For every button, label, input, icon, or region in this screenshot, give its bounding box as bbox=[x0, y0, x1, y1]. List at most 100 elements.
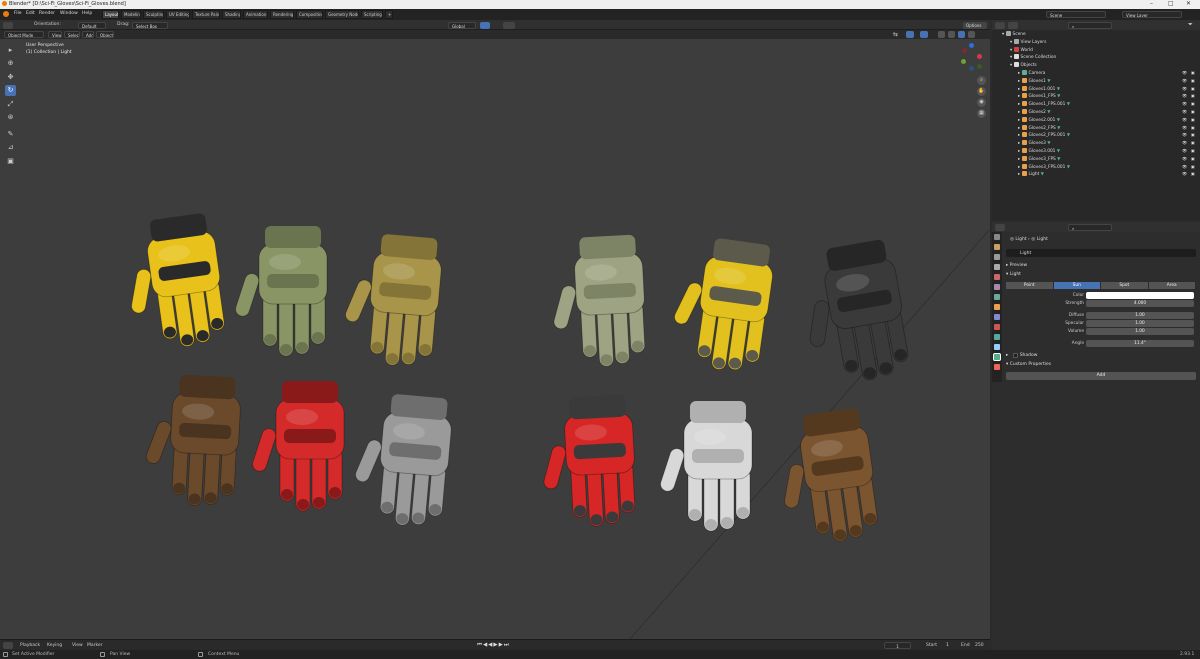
render-camera-icon[interactable]: ▣ bbox=[1191, 86, 1195, 91]
shading-material-icon[interactable] bbox=[958, 31, 965, 38]
field-value-color[interactable] bbox=[1086, 292, 1194, 299]
visibility-eye-icon[interactable]: 👁 bbox=[1182, 156, 1187, 161]
gizmo-neg-y-icon[interactable] bbox=[977, 64, 982, 69]
glove-grey[interactable] bbox=[350, 391, 454, 529]
move-tool-icon[interactable]: ✥ bbox=[5, 72, 16, 83]
menu-edit[interactable]: Edit bbox=[26, 11, 35, 16]
outliner-row[interactable]: ▾ Objects bbox=[992, 62, 1200, 70]
tab-collection-icon[interactable] bbox=[994, 294, 1000, 300]
workspace-tab-shading[interactable]: Shading bbox=[222, 10, 241, 19]
orientation-dropdown[interactable]: Default bbox=[78, 21, 106, 29]
menu-playback[interactable]: Playback bbox=[20, 643, 40, 648]
timeline-editor-icon[interactable] bbox=[3, 642, 13, 649]
playback-controls[interactable]: ⏮◀◀▶▶⏭ bbox=[477, 642, 510, 649]
overlay-toggle-icon[interactable] bbox=[920, 31, 928, 38]
editor-type-icon[interactable] bbox=[3, 21, 13, 29]
minimize-icon[interactable]: – bbox=[1150, 0, 1153, 7]
glove-olive-fps[interactable] bbox=[548, 234, 648, 369]
3d-viewport[interactable]: ▸ ⊕ ✥ ↻ ⤢ ⊛ ✎ ⊿ ▣ User Perspective (1) C… bbox=[0, 39, 990, 639]
menu-view[interactable]: View bbox=[48, 31, 62, 38]
menu-marker[interactable]: Marker bbox=[87, 643, 103, 648]
xray-icon[interactable] bbox=[938, 31, 945, 38]
render-camera-icon[interactable]: ▣ bbox=[1191, 125, 1195, 130]
datablock-name[interactable]: Light bbox=[1020, 251, 1031, 256]
filter-icon[interactable]: ⏷ bbox=[1188, 21, 1193, 29]
glove-yellow-black-tactical[interactable] bbox=[118, 212, 228, 354]
view-object-types-icon[interactable]: ⇆ bbox=[893, 31, 898, 38]
tab-tool-icon[interactable] bbox=[994, 234, 1000, 240]
outliner-row[interactable]: ▸ Gloves3_FPS.001 ▼ 👁 ▣ bbox=[992, 163, 1200, 172]
annotate-tool-icon[interactable]: ✎ bbox=[5, 129, 16, 140]
visibility-eye-icon[interactable]: 👁 bbox=[1182, 132, 1187, 137]
tab-particles-icon[interactable] bbox=[994, 324, 1000, 330]
workspace-tab-modeling[interactable]: Modeling bbox=[121, 10, 141, 19]
menu-object[interactable]: Object bbox=[96, 31, 114, 38]
render-camera-icon[interactable]: ▣ bbox=[1191, 78, 1195, 83]
field-value-angle[interactable]: 11.4° bbox=[1086, 340, 1194, 347]
glove-yellow-fps[interactable] bbox=[666, 233, 776, 375]
visibility-eye-icon[interactable]: 👁 bbox=[1182, 86, 1187, 91]
custom-properties-header[interactable]: ▾ Custom Properties bbox=[1006, 362, 1051, 367]
field-value-strength[interactable]: 4.000 bbox=[1086, 300, 1194, 307]
menu-keying[interactable]: Keying bbox=[47, 643, 62, 648]
visibility-eye-icon[interactable]: 👁 bbox=[1182, 109, 1187, 114]
menu-file[interactable]: File bbox=[14, 11, 22, 16]
outliner-row[interactable]: ▸ Gloves2 ▼ 👁 ▣ bbox=[992, 109, 1200, 117]
glove-red-fps[interactable] bbox=[538, 394, 638, 529]
outliner-row[interactable]: ▸ Gloves1_FPS ▼ 👁 ▣ bbox=[992, 93, 1200, 101]
current-frame-field[interactable]: 1 bbox=[884, 642, 911, 649]
visibility-eye-icon[interactable]: 👁 bbox=[1182, 148, 1187, 153]
outliner-row[interactable]: ▾ View Layers bbox=[992, 38, 1200, 47]
shading-rendered-icon[interactable] bbox=[968, 31, 975, 38]
render-camera-icon[interactable]: ▣ bbox=[1191, 70, 1195, 75]
glove-olive-green[interactable] bbox=[234, 226, 328, 357]
glove-brown-leather[interactable] bbox=[142, 373, 242, 508]
navigation-gizmo[interactable] bbox=[955, 42, 987, 74]
outliner-row[interactable]: ▸ Gloves1_FPS.001 ▼ 👁 ▣ bbox=[992, 101, 1200, 109]
outliner-row[interactable]: ▾ Scene Collection bbox=[992, 54, 1200, 62]
tab-scene-icon[interactable] bbox=[994, 274, 1000, 280]
options-button[interactable]: Options bbox=[963, 21, 987, 29]
snap-icon[interactable] bbox=[480, 21, 490, 29]
add-cube-tool-icon[interactable]: ▣ bbox=[5, 156, 16, 167]
glove-red-tactical[interactable] bbox=[251, 381, 345, 512]
glove-khaki[interactable] bbox=[340, 231, 444, 369]
tab-world-icon[interactable] bbox=[994, 284, 1000, 290]
light-type-sun[interactable]: Sun bbox=[1053, 282, 1100, 289]
menu-view-timeline[interactable]: View bbox=[72, 643, 83, 648]
gizmo-toggle-icon[interactable] bbox=[906, 31, 914, 38]
visibility-eye-icon[interactable]: 👁 bbox=[1182, 70, 1187, 75]
maximize-icon[interactable]: □ bbox=[1168, 0, 1174, 7]
tab-output-icon[interactable] bbox=[994, 254, 1000, 260]
glove-black-fps[interactable] bbox=[793, 238, 913, 389]
scale-tool-icon[interactable]: ⤢ bbox=[5, 99, 16, 110]
render-camera-icon[interactable]: ▣ bbox=[1191, 109, 1195, 114]
ortho-toggle-icon[interactable]: ▦ bbox=[977, 109, 986, 118]
close-icon[interactable]: ✕ bbox=[1186, 0, 1191, 7]
tab-render-icon[interactable] bbox=[994, 244, 1000, 250]
transform-pivot-dropdown[interactable]: Global bbox=[448, 21, 476, 29]
measure-tool-icon[interactable]: ⊿ bbox=[5, 142, 16, 153]
display-mode-icon[interactable] bbox=[1008, 21, 1018, 29]
view-layer-selector[interactable]: View Layer bbox=[1122, 11, 1182, 18]
outliner-tree[interactable]: ▾ Scene ▾ View Layers ▾ World ▾ Scene Colle… bbox=[992, 30, 1200, 220]
visibility-eye-icon[interactable]: 👁 bbox=[1182, 117, 1187, 122]
datablock-selector[interactable]: Light bbox=[1006, 249, 1196, 257]
visibility-eye-icon[interactable]: 👁 bbox=[1182, 171, 1187, 176]
light-type-area[interactable]: Area bbox=[1148, 282, 1195, 289]
field-value-specular[interactable]: 1.00 bbox=[1086, 320, 1194, 327]
workspace-tab-scripting[interactable]: Scripting bbox=[361, 10, 383, 19]
outliner-row[interactable]: ▸ Gloves2.001 ▼ 👁 ▣ bbox=[992, 116, 1200, 125]
scene-selector[interactable]: Scene bbox=[1046, 11, 1106, 18]
outliner-row[interactable]: ▾ World bbox=[992, 46, 1200, 55]
gizmo-z-icon[interactable] bbox=[969, 43, 974, 48]
render-camera-icon[interactable]: ▣ bbox=[1191, 171, 1195, 176]
outliner-row[interactable]: ▸ Gloves1.001 ▼ 👁 ▣ bbox=[992, 85, 1200, 94]
render-camera-icon[interactable]: ▣ bbox=[1191, 93, 1195, 98]
outliner-search-input[interactable]: ⌕ bbox=[1068, 21, 1112, 29]
pan-hand-icon[interactable]: ✋ bbox=[977, 87, 986, 96]
light-type-spot[interactable]: Spot bbox=[1101, 282, 1148, 289]
gizmo-neg-z-icon[interactable] bbox=[969, 66, 974, 71]
menu-select[interactable]: Select bbox=[64, 31, 80, 38]
tab-view-layer-icon[interactable] bbox=[994, 264, 1000, 270]
